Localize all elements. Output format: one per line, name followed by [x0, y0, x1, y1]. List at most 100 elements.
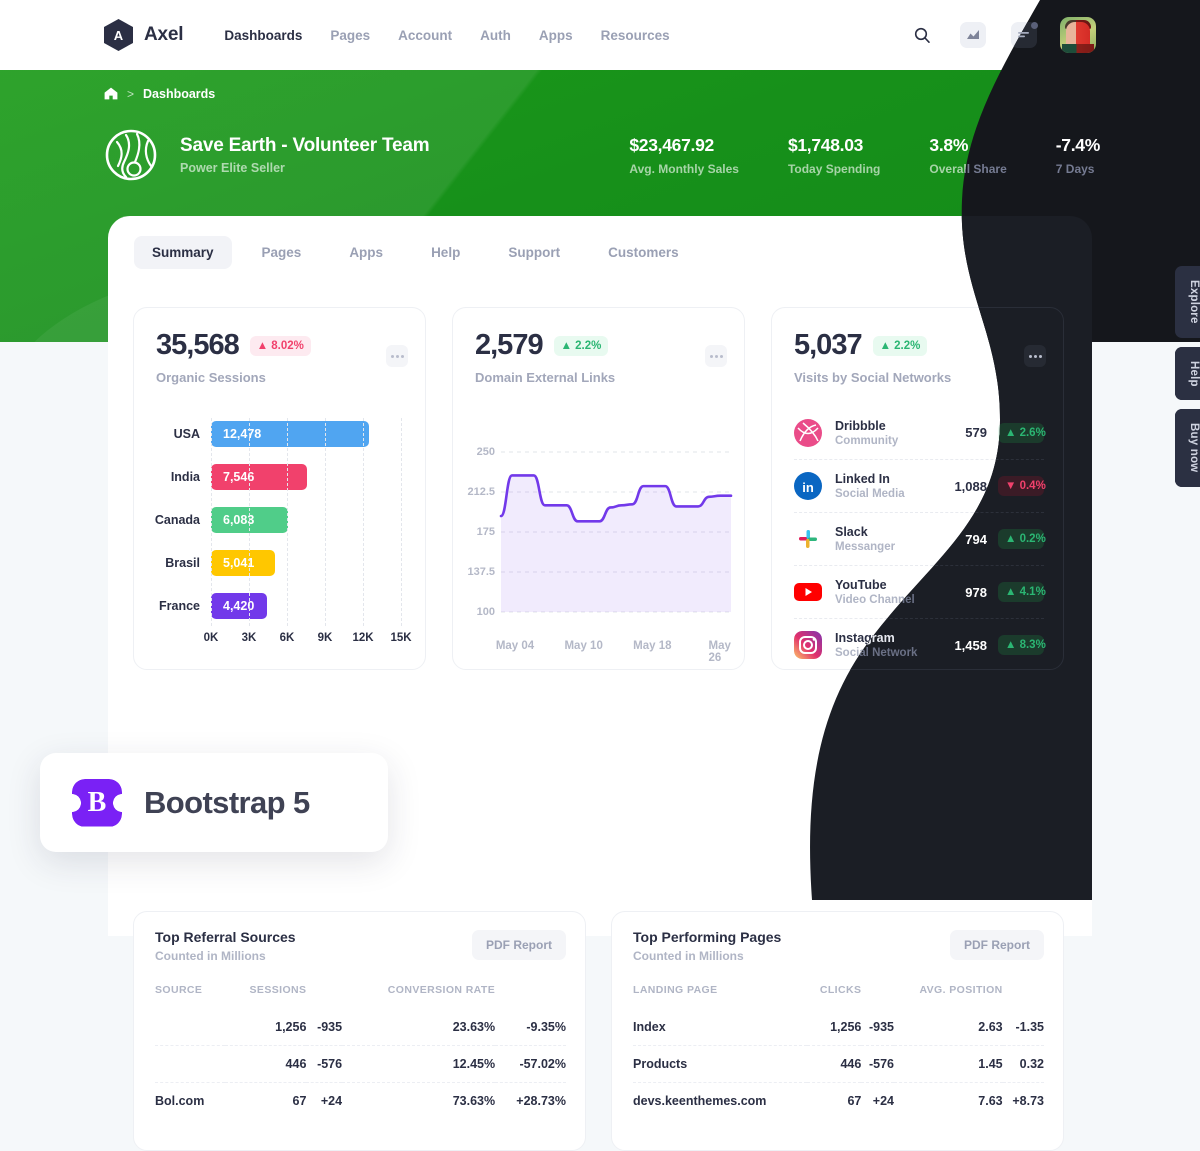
hero-text: Save Earth - Volunteer Team Power Elite … [180, 135, 430, 175]
table-title: Top Performing Pages [633, 929, 782, 945]
card-header: 2,579 ▲ 2.2% Domain External Links [453, 308, 744, 385]
list-item-text: Linked In Social Media [835, 472, 905, 500]
table-cell: -935 [317, 1020, 343, 1034]
social-value: 579 [965, 425, 987, 440]
table-cell: 23.63% [452, 1020, 496, 1034]
social-delta-badge: ▼ 0.4% [998, 476, 1044, 496]
social-value: 794 [965, 531, 987, 547]
list-item-text: Dribbble Community [835, 419, 898, 447]
nav-item-account[interactable]: Account [398, 28, 452, 43]
side-rail: Explore Help Buy now [1175, 266, 1200, 487]
card-menu-button[interactable] [386, 345, 408, 367]
bootstrap-promo-card[interactable]: B Bootstrap 5 [40, 753, 388, 852]
table-row[interactable]: devs.keenthemes.com67+247.63+8.73 [633, 1082, 1044, 1119]
bar-category-label: India [170, 470, 200, 484]
breadcrumb: > Dashboards [104, 87, 215, 101]
column-header [1003, 978, 1044, 1009]
brand[interactable]: A Axel [104, 19, 184, 51]
rail-button-explore[interactable]: Explore [1175, 266, 1200, 338]
table-row[interactable]: Products446-5761.450.32 [633, 1045, 1044, 1083]
social-name: Linked In [835, 472, 890, 486]
search-icon[interactable] [907, 20, 937, 50]
breadcrumb-current[interactable]: Dashboards [143, 87, 215, 101]
pdf-report-button[interactable]: PDF Report [472, 930, 566, 960]
avatar[interactable] [1060, 17, 1096, 53]
kpi-badge: ▲ 2.2% [553, 335, 609, 356]
hero-stat-label: Today Spending [787, 162, 881, 176]
card-domain-external-links: 2,579 ▲ 2.2% Domain External Links 100 13… [452, 307, 745, 670]
card-top-performing-pages: Top Performing Pages Counted in Millions… [611, 911, 1064, 1151]
pdf-report-button[interactable]: PDF Report [950, 930, 1044, 960]
hero-stat-value: $23,467.92 [629, 135, 714, 155]
svg-text:in: in [802, 480, 814, 495]
card-menu-button[interactable] [705, 345, 727, 367]
column-header [306, 978, 342, 1009]
hero-stat-avg-monthly-sales: $23,467.92 Avg. Monthly Sales [629, 135, 739, 176]
y-tick-label: 100 [476, 606, 495, 618]
table-row[interactable]: Bol.com67+2473.63%+28.73% [155, 1082, 566, 1119]
notification-badge [1031, 22, 1038, 29]
performing-pages-table: LANDING PAGE CLICKS AVG. POSITION Index 1,25… [633, 978, 1044, 1119]
card-menu-button[interactable] [1024, 345, 1046, 367]
table-cell: 446 [807, 1045, 862, 1083]
nav-item-auth[interactable]: Auth [480, 28, 511, 43]
table-title: Top Referral Sources [155, 929, 296, 945]
nav-item-pages[interactable]: Pages [330, 28, 370, 43]
social-desc: Community [835, 434, 899, 447]
bar-category-label: Brasil [165, 556, 200, 570]
table-cell: Products [633, 1045, 808, 1083]
kpi-badge: ▲ 8.02% [249, 335, 311, 356]
table-cell: Bol.com [155, 1082, 226, 1119]
x-tick-label: 3K [241, 632, 257, 644]
bar-category-label: USA [173, 427, 200, 441]
column-header: LANDING PAGE [633, 984, 718, 996]
social-value: 1,088 [954, 478, 987, 494]
rail-button-buy-now[interactable]: Buy now [1175, 409, 1200, 486]
column-header: CONVERSION RATE [387, 984, 496, 996]
social-name: Slack [835, 525, 868, 539]
social-value: 1,458 [954, 637, 987, 653]
rail-button-help[interactable]: Help [1175, 347, 1200, 401]
tab-apps[interactable]: Apps [331, 236, 401, 269]
x-tick-label: May 18 [633, 640, 672, 652]
table-cell: -576 [306, 1045, 343, 1083]
kpi-badge-value: 8.02% [271, 339, 304, 352]
bar-category-label: Canada [154, 513, 200, 527]
table-cell [155, 1045, 226, 1083]
x-tick-label: 12K [352, 632, 374, 644]
instagram-icon [794, 631, 822, 659]
page-subtitle: Power Elite Seller [180, 161, 285, 175]
table-cell: -576 [861, 1045, 895, 1083]
table-header-row: LANDING PAGE CLICKS AVG. POSITION [633, 978, 1044, 1009]
table-row[interactable]: 446-57612.45%-57.02% [155, 1045, 566, 1083]
main-navigation: Dashboards Pages Account Auth Apps Resou… [224, 28, 669, 43]
kpi-badge-value: 2.2% [575, 339, 602, 352]
area-chart-svg [499, 451, 733, 613]
nav-item-resources[interactable]: Resources [601, 28, 670, 43]
table-row[interactable]: Index 1,256 -935 2.63 -1.35 [633, 1009, 1044, 1046]
chart-icon[interactable] [958, 20, 988, 50]
tab-help[interactable]: Help [413, 236, 478, 269]
nav-item-dashboards[interactable]: Dashboards [224, 28, 302, 43]
nav-item-apps[interactable]: Apps [539, 28, 573, 43]
social-delta-badge: ▲ 4.1% [998, 582, 1044, 602]
tab-support[interactable]: Support [490, 236, 578, 269]
gridline [211, 418, 212, 626]
chart-icon-chip [960, 22, 986, 48]
tab-pages[interactable]: Pages [244, 236, 320, 269]
x-tick-label: 15K [390, 632, 412, 644]
table-row[interactable]: 1,256 -935 23.63% -9.35% [155, 1009, 566, 1046]
tab-customers[interactable]: Customers [590, 236, 697, 269]
tab-summary[interactable]: Summary [134, 236, 232, 269]
kpi-row: 35,568 ▲ 8.02% [156, 329, 403, 362]
list-item-text: Slack Messanger [835, 525, 895, 553]
x-tick-label: 9K [317, 632, 333, 644]
table-cell: -9.35% [526, 1020, 566, 1034]
dribbble-icon [794, 418, 822, 447]
hero-stat-value: $1,748.03 [787, 135, 864, 155]
x-tick-label: May 04 [495, 640, 535, 652]
column-header [495, 978, 566, 1009]
bootstrap-logo-icon: B [72, 778, 122, 827]
gridline [325, 418, 326, 626]
home-icon[interactable] [104, 87, 118, 101]
